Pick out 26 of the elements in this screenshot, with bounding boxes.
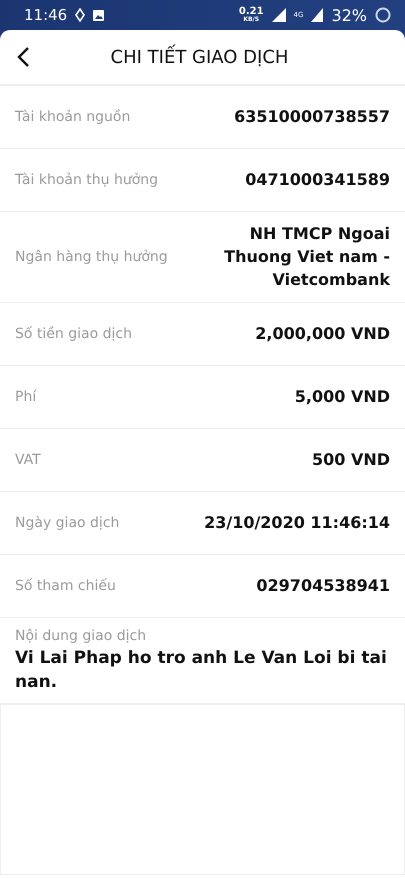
field-label: Tài khoản nguồn [15, 109, 130, 125]
field-value: NH TMCP Ngoai Thuong Viet nam - Vietcombank [223, 223, 390, 292]
page-title: CHI TIẾT GIAO DỊCH [110, 46, 290, 68]
field-value: 0471000341589 [245, 169, 390, 192]
field-value: Vi Lai Phap ho tro anh Le Van Loi bi tai nan. [15, 646, 388, 694]
field-label: Nội dung giao dịch [15, 628, 148, 644]
status-time: 11:46 [24, 6, 68, 24]
field-value: 2,000,000 VND [255, 322, 390, 345]
field-label: Ngày giao dịch [15, 514, 120, 531]
field-value: 029704538941 [256, 574, 390, 597]
battery-level: 32% [331, 6, 367, 24]
field-value: 5,000 VND [294, 386, 390, 408]
field-label: VAT [15, 452, 41, 468]
signal-icon [311, 8, 324, 22]
field-label: Phí [15, 388, 36, 405]
field-value: 63510000738557 [234, 106, 390, 128]
field-label: Số tham chiếu [15, 578, 116, 594]
battery-ring-icon [375, 7, 391, 23]
field-label: Tài khoản thụ hưởng [15, 172, 158, 188]
network-speed: 0.21 [238, 7, 264, 17]
signal-icon [272, 8, 286, 22]
field-label: Ngân hàng thụ hưởng [15, 248, 168, 265]
field-value: 23/10/2020 11:46:14 [204, 512, 390, 534]
field-label: Số tiền giao dịch [15, 326, 132, 342]
field-value: 500 VND [312, 448, 390, 471]
image-icon [93, 10, 104, 20]
